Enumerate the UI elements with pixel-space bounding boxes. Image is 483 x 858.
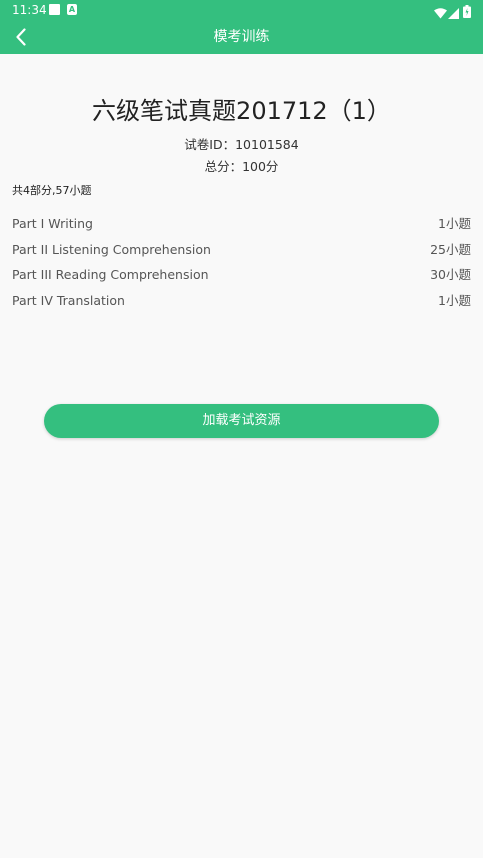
- part-count: 25小题: [430, 241, 471, 257]
- page-title: 模考训练: [213, 29, 270, 45]
- paper-id: 试卷ID：10101584: [0, 136, 483, 154]
- app-bar: 模考训练: [0, 20, 483, 54]
- status-bar: 11:34 A: [0, 0, 483, 20]
- paper-summary: 共4部分,57小题: [12, 184, 92, 197]
- list-item: Part II Listening Comprehension 25小题: [0, 237, 483, 263]
- part-name: Part I Writing: [12, 216, 93, 231]
- part-count: 1小题: [438, 216, 471, 231]
- paper-id-label: 试卷ID：: [184, 137, 236, 152]
- notification-square-icon: [49, 4, 60, 15]
- chevron-left-icon: [16, 28, 26, 46]
- list-item: Part I Writing 1小题: [0, 211, 483, 237]
- paper-title: 六级笔试真题201712（1）: [92, 97, 391, 125]
- list-item: Part III Reading Comprehension 30小题: [0, 262, 483, 288]
- total-score-label: 总分：: [204, 159, 243, 174]
- part-name: Part III Reading Comprehension: [12, 267, 209, 283]
- parts-list: Part I Writing 1小题 Part II Listening Com…: [0, 211, 483, 314]
- list-item: Part IV Translation 1小题: [0, 288, 483, 314]
- back-button[interactable]: [8, 22, 38, 52]
- total-score: 总分：100分: [0, 158, 483, 176]
- a-badge-icon: A: [67, 4, 77, 15]
- total-score-value: 100分: [242, 159, 279, 174]
- paper-id-value: 10101584: [235, 137, 299, 152]
- part-name: Part II Listening Comprehension: [12, 241, 211, 257]
- part-count: 30小题: [430, 267, 471, 283]
- load-exam-resources-button[interactable]: 加载考试资源: [44, 404, 439, 438]
- part-name: Part IV Translation: [12, 293, 125, 309]
- screen: 11:34 A 模考训练 六级笔试真题201712（1） 试卷ID：101015…: [0, 0, 483, 858]
- part-count: 1小题: [438, 293, 471, 309]
- status-time: 11:34: [12, 3, 47, 17]
